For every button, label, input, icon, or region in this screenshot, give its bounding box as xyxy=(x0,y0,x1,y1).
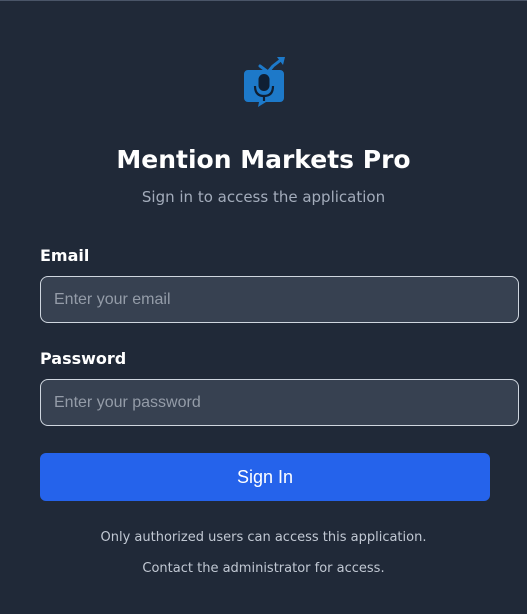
sign-in-button[interactable]: Sign In xyxy=(40,453,490,501)
authorization-note: Only authorized users can access this ap… xyxy=(100,530,427,545)
password-field[interactable] xyxy=(40,379,519,426)
password-label: Password xyxy=(40,349,127,368)
app-logo-icon xyxy=(244,57,285,107)
email-field[interactable] xyxy=(40,276,519,323)
email-label: Email xyxy=(40,246,90,265)
window-top-border xyxy=(0,0,527,1)
app-title: Mention Markets Pro xyxy=(116,145,411,174)
contact-note: Contact the administrator for access. xyxy=(142,561,385,576)
page-subtitle: Sign in to access the application xyxy=(141,188,386,206)
